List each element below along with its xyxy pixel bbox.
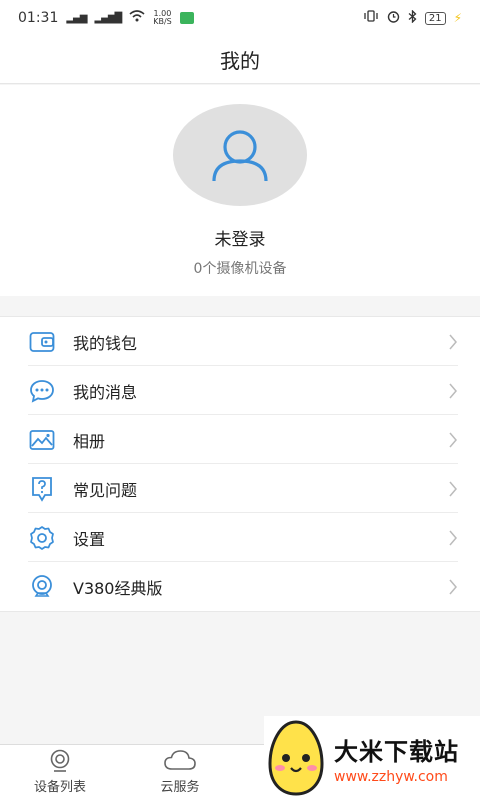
faq-icon <box>28 475 56 503</box>
settings-gear-icon <box>28 524 56 552</box>
vibrate-icon <box>363 10 379 26</box>
menu-label: 相册 <box>73 431 106 451</box>
cloud-icon <box>164 750 196 770</box>
watermark-url: www.zzhyw.com <box>334 768 448 785</box>
wallet-icon <box>28 328 56 356</box>
tab-label: 设备列表 <box>33 780 86 795</box>
menu-item-album[interactable]: 相册 <box>0 415 480 464</box>
bluetooth-icon <box>408 8 417 27</box>
status-bar: 01:31 ▂▄▆ ▂▄▆█ 1.00 KB/S 21 ⚡ <box>0 0 480 36</box>
camera-icon <box>50 749 70 772</box>
status-left: 01:31 ▂▄▆ ▂▄▆█ 1.00 KB/S <box>18 10 194 26</box>
tab-label: 云服务 <box>160 780 200 795</box>
chevron-right-icon <box>449 579 457 595</box>
login-status[interactable]: 未登录 <box>0 225 480 250</box>
wechat-icon <box>179 12 194 24</box>
camera-icon <box>28 573 56 601</box>
watermark-text: 大米下载站 www.zzhyw.com <box>334 732 459 785</box>
status-right: 21 ⚡ <box>363 8 462 27</box>
avatar[interactable] <box>173 104 307 206</box>
chevron-right-icon <box>449 383 457 399</box>
battery-icon: 21 <box>424 11 446 25</box>
signal-4g-icon: ▂▄▆█ <box>94 12 122 24</box>
menu-item-settings[interactable]: 设置 <box>0 513 480 562</box>
profile-card[interactable]: 未登录 0个摄像机设备 <box>0 85 480 296</box>
menu-label: 我的消息 <box>73 382 138 402</box>
menu-label: 设置 <box>73 529 106 549</box>
menu-item-messages[interactable]: 我的消息 <box>0 366 480 415</box>
settings-menu: 我的钱包 我的消息 相册 常见问题 设置 V380经典版 <box>0 316 480 612</box>
message-icon <box>28 377 56 405</box>
watermark: 大米下载站 www.zzhyw.com <box>264 716 480 800</box>
wifi-icon <box>129 10 145 26</box>
menu-label: 常见问题 <box>73 480 138 500</box>
mascot-logo-icon <box>268 720 324 796</box>
album-icon <box>28 426 56 454</box>
chevron-right-icon <box>449 481 457 497</box>
menu-label: 我的钱包 <box>73 333 138 353</box>
user-icon <box>212 130 268 182</box>
menu-item-wallet[interactable]: 我的钱包 <box>0 317 480 366</box>
device-count: 0个摄像机设备 <box>193 261 287 277</box>
watermark-title: 大米下载站 <box>334 737 459 766</box>
page-header: 我的 <box>0 36 480 84</box>
menu-item-faq[interactable]: 常见问题 <box>0 464 480 513</box>
chevron-right-icon <box>449 334 457 350</box>
charging-icon: ⚡ <box>453 11 462 25</box>
tab-device-list[interactable]: 设备列表 <box>12 749 108 795</box>
menu-label: V380经典版 <box>73 578 163 598</box>
clock: 01:31 <box>18 10 59 26</box>
signal-icon: ▂▄▆ <box>66 12 87 24</box>
page-title: 我的 <box>220 49 260 73</box>
menu-item-v380-classic[interactable]: V380经典版 <box>0 562 480 611</box>
tab-cloud-service[interactable]: 云服务 <box>132 749 228 795</box>
chevron-right-icon <box>449 530 457 546</box>
chevron-right-icon <box>449 432 457 448</box>
network-speed: 1.00 KB/S <box>153 9 172 26</box>
alarm-icon <box>387 10 400 27</box>
